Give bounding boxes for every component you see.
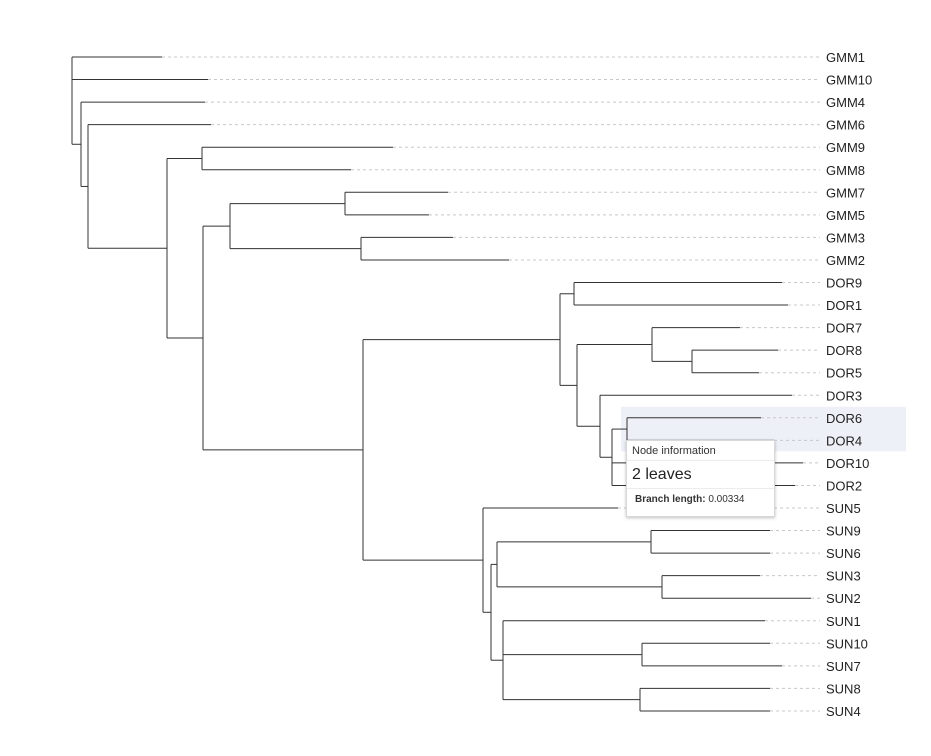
leaf-label-gmm3: GMM3 [826,230,865,245]
leaf-label-gmm5: GMM5 [826,208,865,223]
leaf-label-sun1: SUN1 [826,614,861,629]
phylogenetic-tree: GMM1 GMM10 GMM4 GMM6 GMM9 GMM8 GMM7 GMM5 GMM3 GMM… [71,50,906,719]
leaf-label-dor10: DOR10 [826,456,869,471]
leaf-label-sun4: SUN4 [826,704,861,719]
tooltip-branch-length: Branch length: 0.00334 [627,489,774,505]
leaf-label-dor6: DOR6 [826,411,862,426]
leaf-label-gmm6: GMM6 [826,118,865,133]
branch-length-value: 0.00334 [708,494,745,505]
leaf-label-gmm4: GMM4 [826,95,865,110]
leaf-label-sun3: SUN3 [826,569,861,584]
leaf-label-gmm2: GMM2 [826,253,865,268]
leaf-label-gmm7: GMM7 [826,185,865,200]
node-info-tooltip: Node information 2 leaves Branch length:… [626,440,775,517]
leaf-label-sun7: SUN7 [826,659,861,674]
leaf-label-dor3: DOR3 [826,388,862,403]
leaf-label-dor7: DOR7 [826,321,862,336]
tooltip-leaf-count: 2 leaves [627,461,774,489]
tooltip-title: Node information [627,441,774,461]
leaf-label-sun2: SUN2 [826,591,861,606]
leaf-label-sun8: SUN8 [826,681,861,696]
leaf-label-gmm1: GMM1 [826,50,865,65]
leaf-label-dor5: DOR5 [826,366,862,381]
leaf-label-sun5: SUN5 [826,501,861,516]
leaf-label-dor4: DOR4 [826,433,862,448]
leaf-label-dor1: DOR1 [826,298,862,313]
leaf-label-gmm8: GMM8 [826,163,865,178]
leaf-label-gmm10: GMM10 [826,73,872,88]
leaf-label-sun9: SUN9 [826,524,861,539]
leaf-label-dor2: DOR2 [826,478,862,493]
leaf-label-gmm9: GMM9 [826,140,865,155]
branch-length-label: Branch length: [635,494,706,505]
leaf-label-dor8: DOR8 [826,343,862,358]
leaf-label-sun10: SUN10 [826,636,868,651]
leaf-label-dor9: DOR9 [826,276,862,291]
leaf-label-sun6: SUN6 [826,546,861,561]
